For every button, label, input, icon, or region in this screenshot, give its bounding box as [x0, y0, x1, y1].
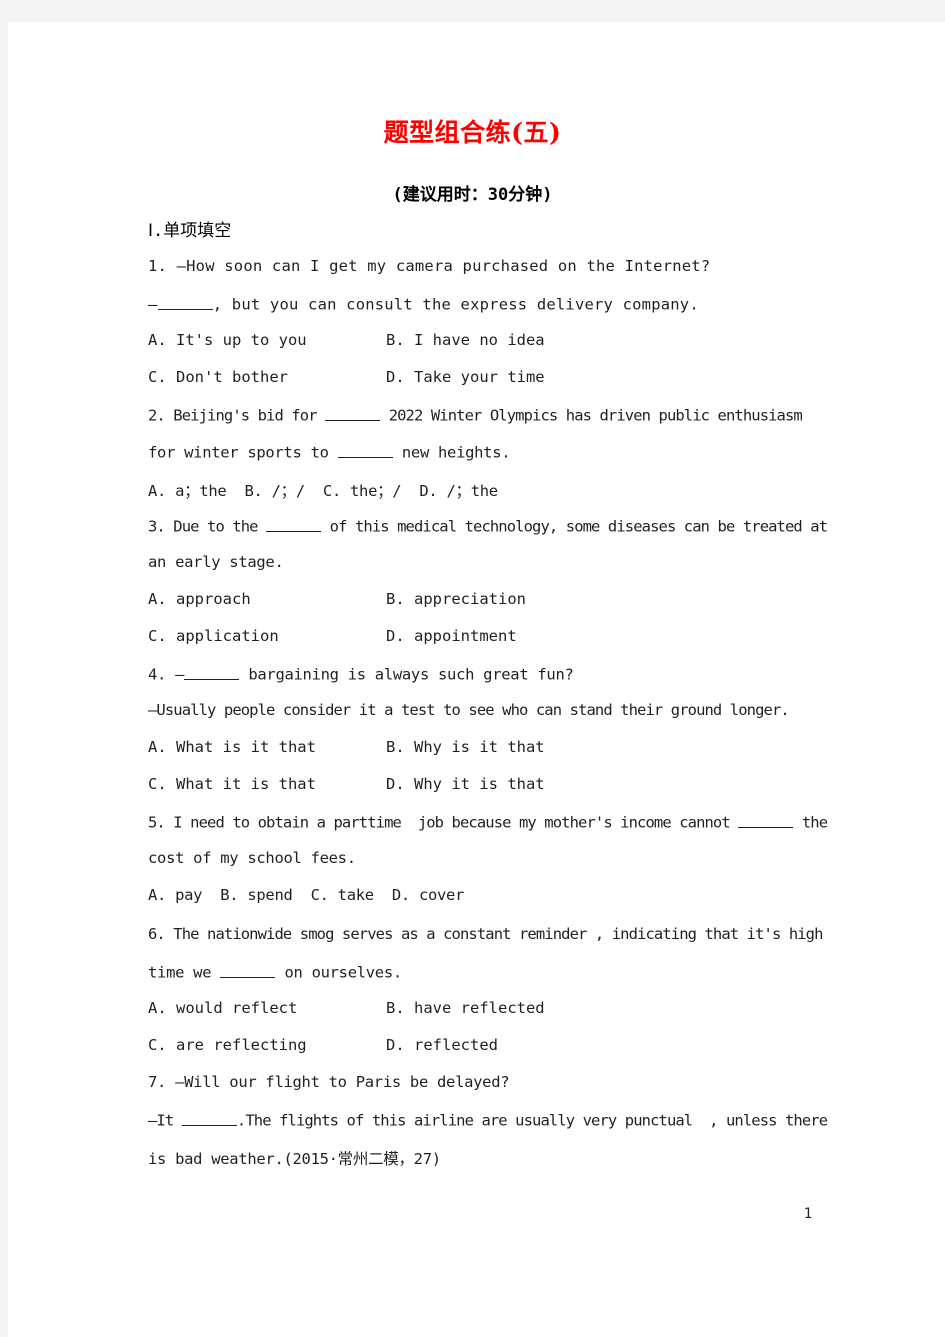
option-choice[interactable]: B. I have no idea [386, 331, 545, 349]
question-line: —It .The flights of this airline are usu… [148, 1110, 828, 1130]
page-number: 1 [803, 1206, 813, 1222]
question-line: —Usually people consider it a test to se… [148, 701, 790, 719]
question-line: A. a；the B. /；/ C. the；/ D. /；the [148, 482, 498, 500]
option-choice[interactable]: C. What it is that [148, 775, 316, 793]
section-heading-multiple-choice: Ⅰ.单项填空 [148, 221, 232, 241]
option-choice[interactable]: C. Don't bother [148, 368, 288, 386]
page-title: 题型组合练(五) [383, 118, 562, 147]
answer-blank [184, 664, 240, 680]
answer-blank [325, 405, 381, 421]
option-choice[interactable]: A. would reflect [148, 999, 297, 1017]
answer-blank [181, 1110, 237, 1126]
option-row: C. What it is that D. Why it is that [148, 775, 545, 793]
option-choice[interactable]: C. application [148, 627, 279, 645]
option-row: C. application D. appointment [148, 627, 517, 645]
option-choice[interactable]: B. have reflected [386, 999, 545, 1017]
question-line: time we on ourselves. [148, 962, 402, 982]
question-line: an early stage. [148, 553, 284, 571]
option-choice[interactable]: C. are reflecting [148, 1036, 307, 1054]
question-line: 1. —How soon can I get my camera purchas… [148, 257, 711, 275]
document-content: 题型组合练(五) (建议用时：30分钟) Ⅰ.单项填空 1. —How soon… [0, 0, 945, 1337]
option-choice[interactable]: A. It's up to you [148, 331, 307, 349]
option-row: A. approach B. appreciation [148, 590, 526, 608]
option-choice[interactable]: D. appointment [386, 627, 517, 645]
option-choice[interactable]: D. Why it is that [386, 775, 545, 793]
answer-blank [157, 294, 213, 310]
question-line: 2. Beijing's bid for 2022 Winter Olympic… [148, 405, 803, 425]
question-line: 6. The nationwide smog serves as a const… [148, 925, 823, 943]
option-choice[interactable]: D. reflected [386, 1036, 498, 1054]
option-choice[interactable]: A. approach [148, 590, 251, 608]
question-line: 4. — bargaining is always such great fun… [148, 664, 574, 684]
answer-blank [738, 812, 794, 828]
option-row: C. Don't bother D. Take your time [148, 368, 545, 386]
option-choice[interactable]: A. What is it that [148, 738, 316, 756]
option-choice[interactable]: B. appreciation [386, 590, 526, 608]
question-line: 3. Due to the of this medical technology… [148, 516, 828, 536]
question-line: is bad weather.(2015·常州二模，27) [148, 1150, 441, 1168]
option-row: A. What is it that B. Why is it that [148, 738, 545, 756]
answer-blank [220, 962, 276, 978]
suggested-time-note: (建议用时：30分钟) [392, 185, 553, 205]
question-line: cost of my school fees. [148, 849, 356, 867]
option-row: C. are reflecting D. reflected [148, 1036, 498, 1054]
option-row: A. would reflect B. have reflected [148, 999, 545, 1017]
question-line: —, but you can consult the express deliv… [148, 294, 699, 314]
question-line: A. pay B. spend C. take D. cover [148, 886, 465, 904]
answer-blank [266, 516, 322, 532]
option-choice[interactable]: D. Take your time [386, 368, 545, 386]
option-choice[interactable]: B. Why is it that [386, 738, 545, 756]
question-line: for winter sports to new heights. [148, 442, 511, 462]
question-line: 7. —Will our flight to Paris be delayed? [148, 1073, 510, 1091]
question-line: 5. I need to obtain a parttime job becau… [148, 812, 828, 832]
answer-blank [337, 442, 393, 458]
option-row: A. It's up to you B. I have no idea [148, 331, 545, 349]
